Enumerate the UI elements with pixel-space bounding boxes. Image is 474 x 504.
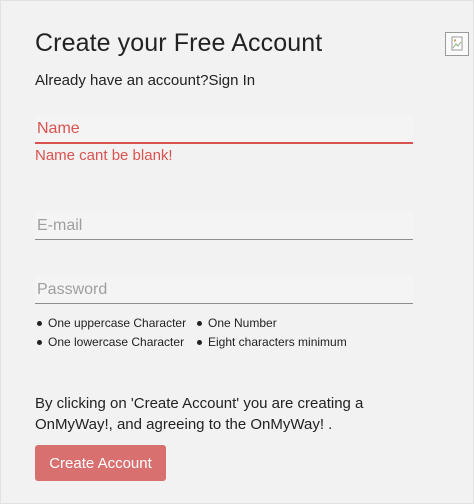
rule-uppercase: One uppercase Character bbox=[37, 316, 197, 330]
email-field bbox=[35, 212, 413, 240]
rule-number: One Number bbox=[197, 316, 357, 330]
name-input[interactable] bbox=[35, 116, 413, 142]
bullet-icon bbox=[197, 320, 202, 326]
name-error-message: Name cant be blank! bbox=[35, 147, 173, 164]
rule-lowercase: One lowercase Character bbox=[37, 335, 197, 349]
rule-text: One uppercase Character bbox=[48, 316, 187, 330]
broken-image-icon bbox=[445, 32, 469, 56]
broken-image-glyph bbox=[451, 36, 463, 51]
password-rules: One uppercase Character One Number One l… bbox=[37, 316, 357, 349]
bullet-icon bbox=[37, 339, 42, 345]
name-field bbox=[35, 116, 413, 144]
password-input[interactable] bbox=[35, 276, 413, 303]
bullet-icon bbox=[197, 339, 202, 345]
have-account-text: Already have an account? bbox=[35, 72, 209, 89]
bullet-icon bbox=[37, 320, 42, 326]
rule-text: Eight characters minimum bbox=[208, 335, 347, 349]
create-account-button[interactable]: Create Account bbox=[35, 445, 166, 481]
signin-prompt: Already have an account?Sign In bbox=[35, 72, 255, 89]
signin-link[interactable]: Sign In bbox=[208, 72, 255, 89]
terms-text: By clicking on 'Create Account' you are … bbox=[35, 395, 364, 433]
password-field bbox=[35, 276, 413, 304]
page-title: Create your Free Account bbox=[35, 29, 323, 57]
signup-panel: Create your Free Account Already have an… bbox=[0, 0, 474, 504]
rule-min-length: Eight characters minimum bbox=[197, 335, 357, 349]
rule-text: One lowercase Character bbox=[48, 335, 185, 349]
email-input[interactable] bbox=[35, 212, 413, 239]
rule-text: One Number bbox=[208, 316, 277, 330]
